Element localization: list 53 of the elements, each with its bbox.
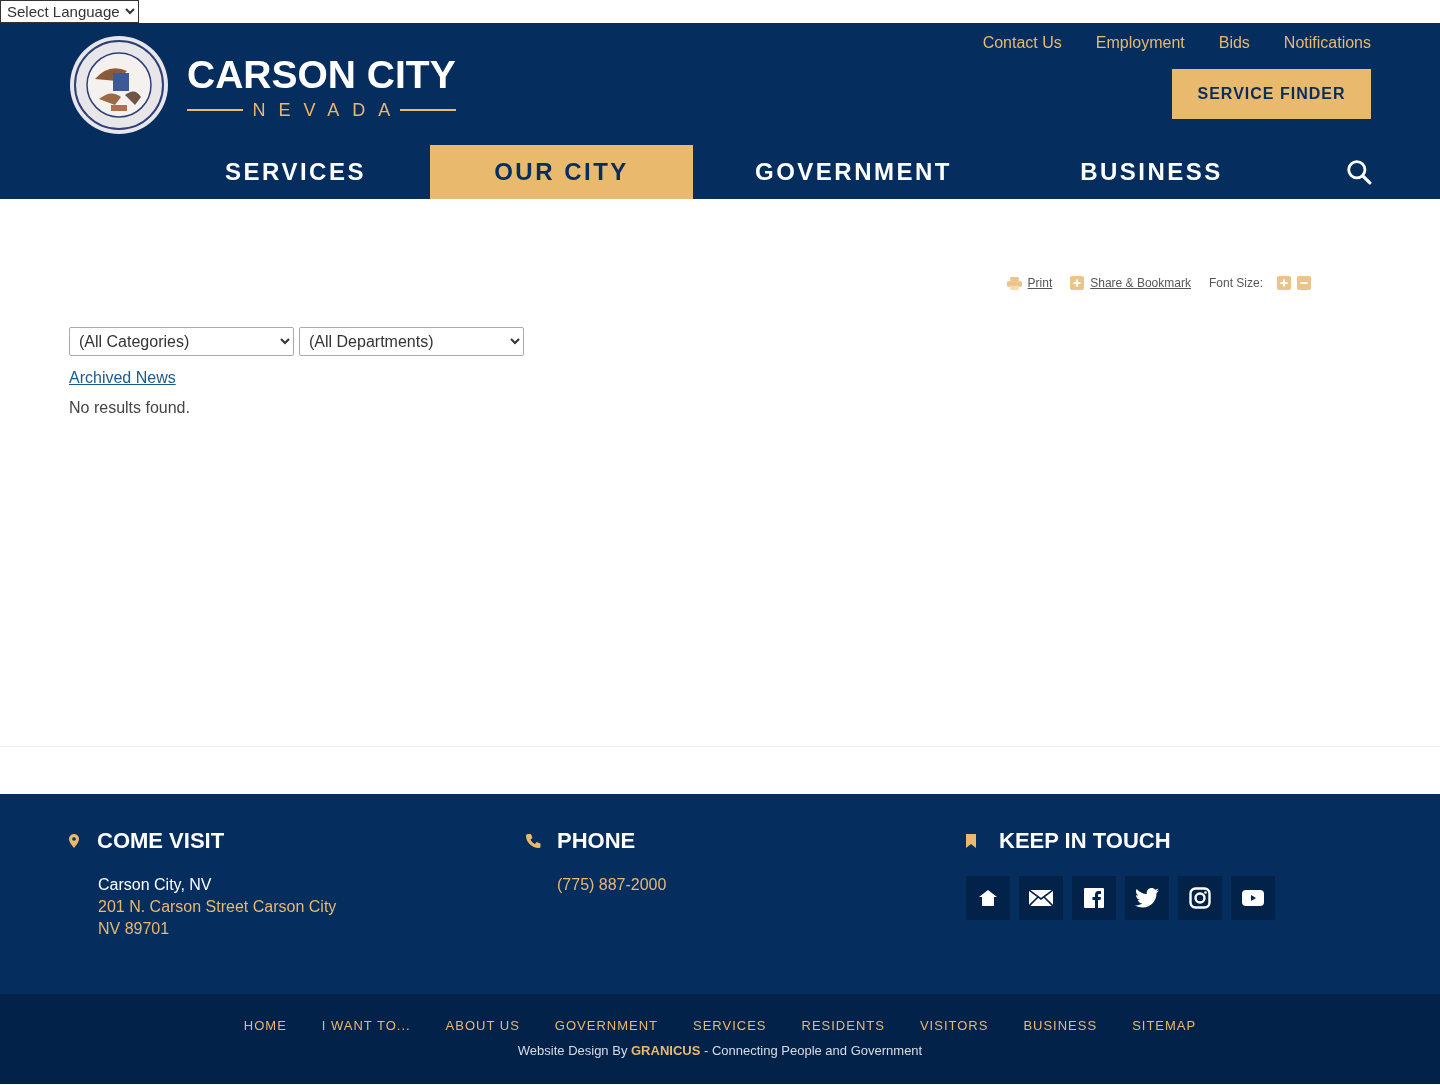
footer-text: Carson City, NV (98, 875, 213, 895)
bookmark-icon (966, 834, 976, 848)
city-name: CARSON CITY (187, 51, 456, 98)
footer-nav-link[interactable]: GOVERNMENT (554, 1018, 658, 1033)
utility-link[interactable]: Employment (1095, 33, 1185, 53)
utility-link[interactable]: Notifications (1283, 33, 1371, 53)
archived-news-link[interactable]: Archived News (69, 369, 176, 387)
nav-tab[interactable]: SERVICES (164, 145, 427, 199)
footer-heading: PHONE (557, 828, 636, 854)
print-link[interactable]: Print (1027, 276, 1053, 290)
nav-tab[interactable]: GOVERNMENT (722, 145, 985, 199)
play-icon (1242, 890, 1264, 906)
footer-nav-link[interactable]: SERVICES (693, 1018, 767, 1033)
font-size-label: Font Size: (1208, 276, 1263, 290)
filter-select[interactable]: (All Departments) (299, 327, 524, 356)
footer-nav-link[interactable]: SITEMAP (1132, 1018, 1197, 1033)
camera-icon (1189, 887, 1211, 909)
footer-link[interactable]: NV 89701 (98, 918, 525, 940)
service-finder-button[interactable]: SERVICE FINDER (1172, 69, 1371, 119)
design-credit: Website Design By GRANICUS - Connecting People and Government (517, 1043, 923, 1058)
search-icon[interactable] (1346, 159, 1372, 185)
footer-link[interactable]: (775) 887-2000 (557, 874, 966, 896)
bird-icon (1135, 888, 1159, 908)
camera-button[interactable] (1178, 876, 1222, 920)
facebook-button[interactable] (1072, 876, 1116, 920)
footer-nav-link[interactable]: I WANT TO... (321, 1018, 411, 1033)
footer-heading: KEEP IN TOUCH (999, 828, 1171, 854)
facebook-icon (1084, 888, 1104, 908)
footer-nav-link[interactable]: RESIDENTS (801, 1018, 885, 1033)
no-results-message: No results found. (69, 399, 191, 417)
video-button[interactable] (1231, 876, 1275, 920)
footer-heading: COME VISIT (97, 828, 225, 854)
utility-link[interactable]: Bids (1218, 33, 1250, 53)
filter-select[interactable]: (All Categories) (69, 327, 294, 356)
footer-nav-link[interactable]: VISITORS (919, 1018, 989, 1033)
bird-button[interactable] (1125, 876, 1169, 920)
city-seal-logo[interactable] (69, 35, 169, 135)
home-button[interactable] (966, 876, 1010, 920)
map-pin-icon (69, 834, 79, 848)
house-icon (978, 888, 998, 908)
email-button[interactable] (1019, 876, 1063, 920)
utility-link[interactable]: Contact Us (982, 33, 1062, 53)
language-select[interactable]: Select Language (0, 0, 139, 23)
footer-nav-link[interactable]: HOME (243, 1018, 287, 1033)
footer-nav-link[interactable]: ABOUT US (445, 1018, 520, 1033)
footer-link[interactable]: 201 N. Carson Street Carson City (98, 896, 525, 918)
phone-icon (525, 833, 541, 849)
nav-tab[interactable]: BUSINESS (1020, 145, 1283, 199)
share-link[interactable]: Share & Bookmark (1090, 276, 1191, 290)
nav-tab[interactable]: OUR CITY (430, 145, 693, 199)
state-name: NEVADA (252, 99, 404, 121)
envelope-icon (1029, 890, 1053, 906)
footer-nav-link[interactable]: BUSINESS (1023, 1018, 1098, 1033)
